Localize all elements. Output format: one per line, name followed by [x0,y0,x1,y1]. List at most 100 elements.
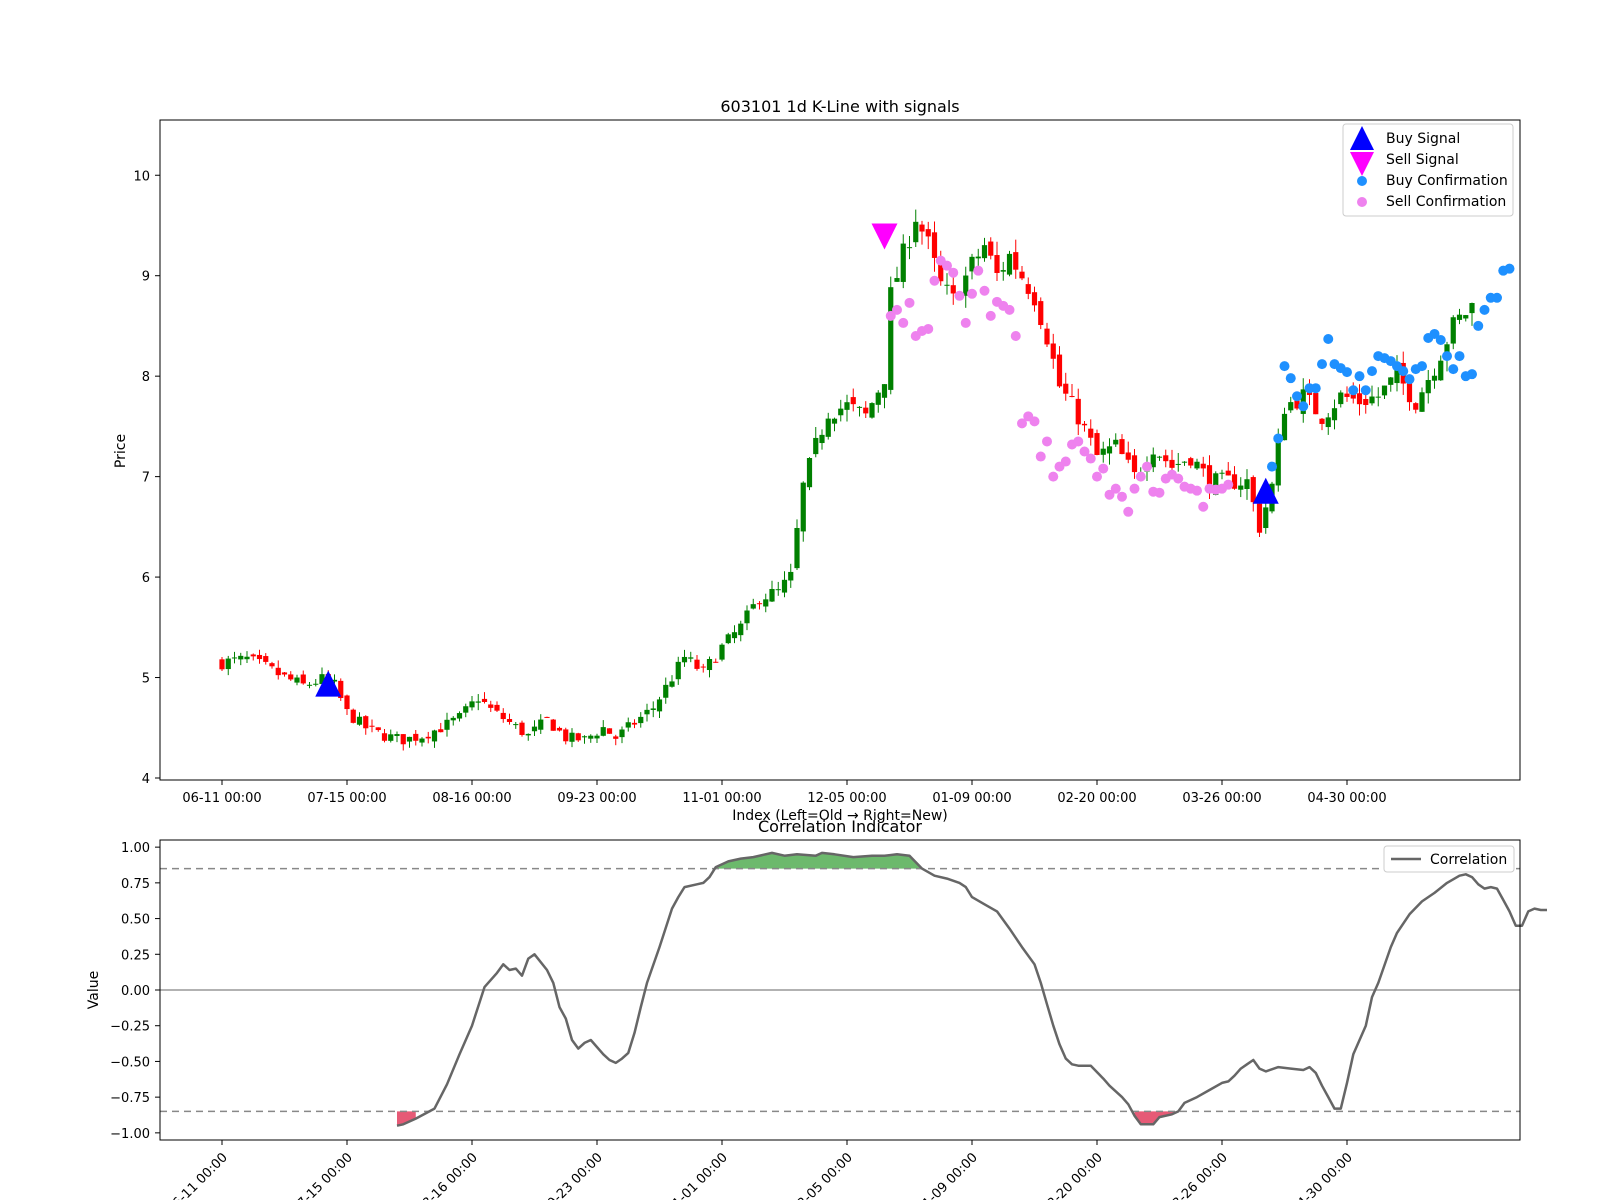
candle-body [913,221,919,243]
candle-body [1063,383,1069,394]
candle-body [763,599,769,607]
candle-body [1375,396,1381,398]
candle-body [394,734,400,737]
candle-body [300,674,306,684]
sell-confirmation-point [967,288,977,299]
candle-body [1256,503,1263,533]
candle-body [1419,392,1425,412]
candle-body [994,255,1000,273]
sell-confirmation-point [973,265,984,276]
candle-body [750,604,756,609]
candle-body [875,392,881,405]
candle-body [669,681,675,687]
correlation-x-tick-label: 09-23 00:00 [539,1150,606,1200]
kline-x-tick-label: 08-16 00:00 [432,791,511,806]
candle-body [569,732,575,742]
candle-body [1325,417,1331,428]
candle-body [1100,448,1106,455]
correlation-y-tick-label: 1.00 [121,841,150,856]
candle-body [313,683,319,685]
candle-body [675,661,681,680]
correlation-y-tick-label: 0.75 [121,877,150,892]
candle-body [906,247,913,249]
buy-confirmation-point [1398,366,1409,377]
sell-confirmation-point [1042,436,1052,447]
candle-body [788,571,794,581]
candle-body [531,726,538,732]
sell-confirmation-point [1135,471,1146,482]
candle-body [1025,284,1031,294]
sell-confirmation-point [1198,501,1209,512]
candle-body [925,229,931,237]
candle-body [1156,456,1163,458]
candle-body [306,684,313,686]
sell-confirmation-point [1092,471,1102,482]
chart-figure: 4 5 6 7 8 9 10 06-11 00:00 07-15 00:00 08-16 00:… [0,0,1600,1204]
candle-body [1200,463,1206,469]
correlation-title: Correlation Indicator [758,817,922,836]
correlation-y-axis-label: Value [86,971,102,1009]
candle-body [1219,472,1225,474]
buy-confirmation-point [1323,333,1334,344]
buy-confirmation-point [1448,364,1459,375]
candle-body [375,727,381,731]
candle-body [1000,270,1006,272]
correlation-y-tick-label: 0.00 [121,984,150,999]
correlation-y-tick-label: 0.50 [121,913,150,928]
legend-buy-confirmation-marker [1357,176,1367,186]
candle-body [1388,377,1394,385]
candle-body [831,418,838,424]
sell-confirmation-point [954,290,965,301]
sell-confirmation-point [1098,463,1109,474]
correlation-x-tick-label: 03-26 00:00 [1164,1150,1231,1200]
candle-body [694,659,700,669]
kline-y-tick-label: 6 [142,571,150,586]
sell-confirmation-point [1060,456,1071,467]
candle-body [844,402,850,410]
candle-body [1181,461,1188,463]
candle-body [950,285,956,294]
candle-body [1363,399,1369,405]
sell-confirmation-point [1142,461,1152,472]
sell-confirmation-point [1129,483,1140,494]
candle-body [663,684,669,698]
candle-body [1013,252,1019,270]
candle-body [781,579,788,593]
candle-body [1319,418,1325,424]
kline-x-ticks: 06-11 00:00 07-15 00:00 08-16 00:00 09-23 0… [182,780,1387,806]
sell-confirmation-point [1073,436,1084,447]
candle-body [450,717,456,721]
correlation-panel: −1.00 −0.75 −0.50 −0.25 0.00 0.25 0.50 0.75 1.00… [86,817,1547,1204]
candle-body [413,733,419,741]
sell-confirmation-point [1085,453,1096,464]
candle-body [369,725,375,727]
candle-body [869,403,875,418]
sell-confirmation-point [904,297,915,308]
candle-body [613,736,619,739]
candle-body [881,384,888,398]
candle-body [563,729,569,742]
candle-body [1331,408,1338,421]
candle-body [575,733,581,741]
buy-confirmation-point [1504,263,1515,274]
candle-body [919,224,925,232]
kline-x-tick-label: 09-23 00:00 [557,791,636,806]
sell-confirmation-point [1117,491,1127,502]
candle-body [388,734,394,741]
kline-x-tick-label: 06-11 00:00 [182,791,261,806]
candle-body [1131,455,1138,473]
sell-confirmation-point [1192,485,1202,496]
kline-panel: 4 5 6 7 8 9 10 06-11 00:00 07-15 00:00 08-16 00:… [113,97,1521,824]
correlation-y-tick-label: −1.00 [110,1127,150,1142]
candle-body [813,437,819,455]
buy-confirmation-point [1279,361,1290,372]
buy-confirmation-point [1442,351,1452,362]
candle-body [1438,360,1444,381]
candle-body [644,709,650,715]
candle-body [838,408,844,416]
buy-confirmation-point [1360,385,1371,396]
candle-body [631,722,638,725]
candle-body [488,704,494,708]
candle-body [1450,317,1456,344]
candle-body [825,418,831,437]
